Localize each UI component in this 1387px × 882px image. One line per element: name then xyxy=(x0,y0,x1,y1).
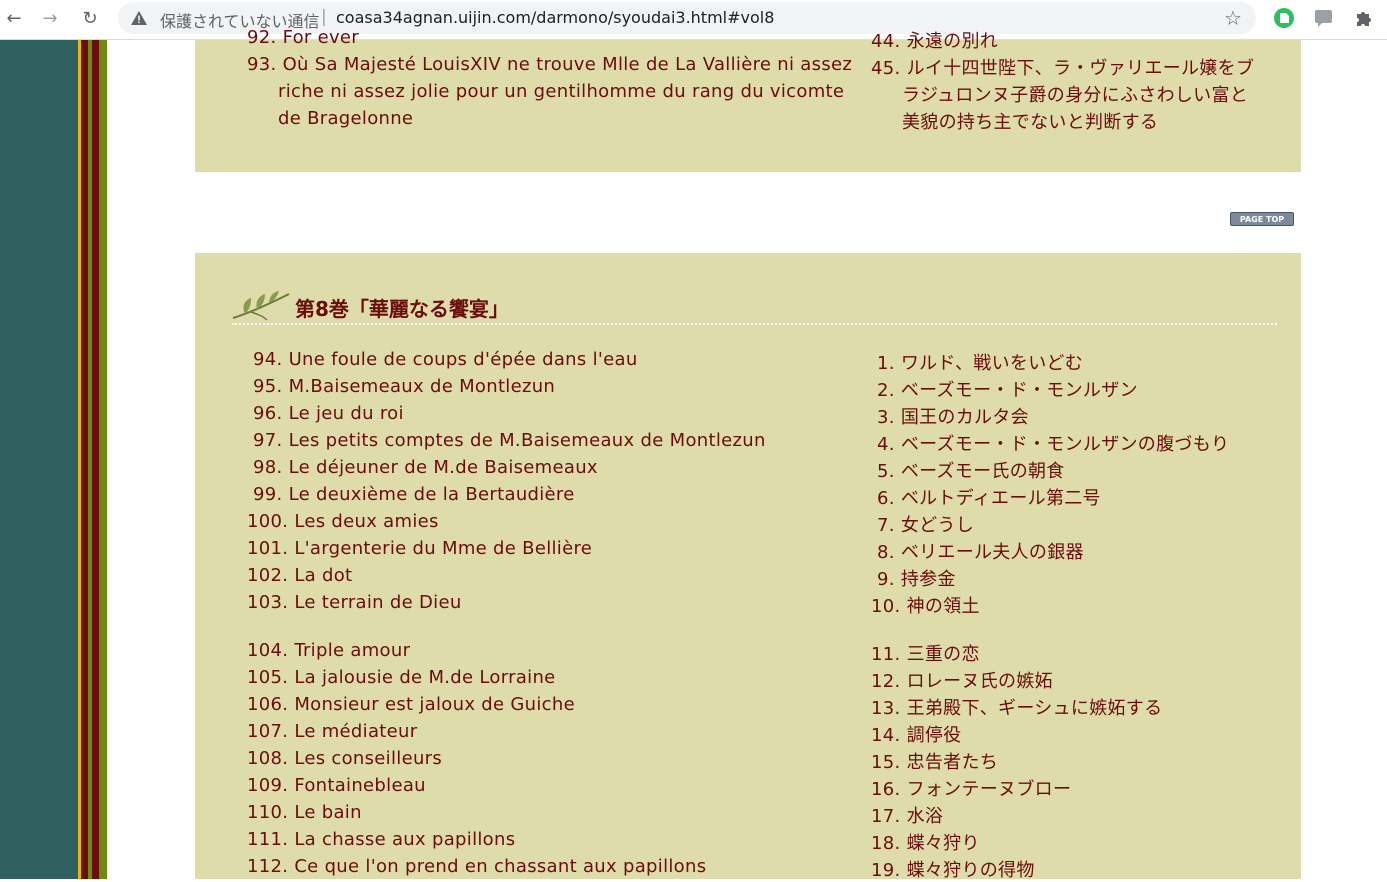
warning-icon[interactable] xyxy=(130,10,148,26)
chapter-item-jp: 9. 持参金 xyxy=(877,569,956,590)
chapter-item-fr: 97. Les petits comptes de M.Baisemeaux d… xyxy=(253,430,766,451)
chapter-item-fr: 103. Le terrain de Dieu xyxy=(247,592,462,613)
stripe-maroon-2 xyxy=(92,40,99,879)
chapter-item-fr: 101. L'argenterie du Mme de Bellière xyxy=(247,538,593,559)
left-side-panel xyxy=(0,40,78,879)
chapter-item-fr: 107. Le médiateur xyxy=(247,721,418,742)
chapter-item-jp: 14. 調停役 xyxy=(871,725,962,746)
chapter-item-jp: 45. ルイ十四世陛下、ラ・ヴァリエール嬢をブ xyxy=(871,58,1255,79)
back-icon[interactable]: ← xyxy=(0,4,28,32)
chapter-item-jp: 44. 永遠の別れ xyxy=(871,31,999,52)
chapter-item-jp: 15. 忠告者たち xyxy=(871,752,999,773)
chapter-item-jp-continued: ラジュロンヌ子爵の身分にふさわしい富と xyxy=(902,85,1249,106)
chapter-item-jp: 18. 蝶々狩り xyxy=(871,833,980,854)
chapter-item-fr: 110. Le bain xyxy=(247,802,362,823)
chapter-item-fr: 94. Une foule de coups d'épée dans l'eau xyxy=(253,349,638,370)
chapter-item-fr: 102. La dot xyxy=(247,565,353,586)
chapter-item-fr: 93. Où Sa Majesté LouisXIV ne trouve Mll… xyxy=(247,54,853,75)
chapter-item-jp: 17. 水浴 xyxy=(871,806,944,827)
chapter-item-fr: 100. Les deux amies xyxy=(247,511,439,532)
chapter-item-fr: 105. La jalousie de M.de Lorraine xyxy=(247,667,556,688)
url-separator: | xyxy=(321,7,327,27)
chapter-item-fr: 92. For ever xyxy=(247,27,360,48)
chapter-item-fr: 104. Triple amour xyxy=(247,640,411,661)
chapter-item-jp: 2. ベーズモー・ド・モンルザン xyxy=(877,380,1138,401)
chapter-item-fr: 108. Les conseilleurs xyxy=(247,748,443,769)
chapter-item-fr: 99. Le deuxième de la Bertaudière xyxy=(253,484,575,505)
chapter-item-fr-continued: riche ni assez jolie pour un gentilhomme… xyxy=(278,81,845,102)
chapter-item-jp: 5. ベーズモー氏の朝食 xyxy=(877,461,1065,482)
chapter-item-jp: 12. ロレーヌ氏の嫉妬 xyxy=(871,671,1053,692)
page-top-button[interactable]: PAGE TOP xyxy=(1230,212,1294,226)
chapter-item-jp: 11. 三重の恋 xyxy=(871,644,980,665)
volume-title: 第8巻「華麗なる饗宴」 xyxy=(295,297,509,321)
url-text[interactable]: coasa34agnan.uijin.com/darmono/syoudai3.… xyxy=(336,8,774,27)
chapter-item-fr: 111. La chasse aux papillons xyxy=(247,829,516,850)
bookmark-star-icon[interactable]: ☆ xyxy=(1224,6,1242,30)
chapter-item-jp: 3. 国王のカルタ会 xyxy=(877,407,1029,428)
browser-toolbar: ← → ↻ 保護されていない通信 | coasa34agnan.uijin.co… xyxy=(0,0,1387,40)
evernote-icon[interactable] xyxy=(1272,6,1296,30)
chapter-item-jp: 13. 王弟殿下、ギーシュに嫉妬する xyxy=(871,698,1163,719)
stripe-green-2 xyxy=(99,40,107,879)
chapter-item-jp: 19. 蝶々狩りの得物 xyxy=(871,860,1035,881)
chapter-item-fr: 95. M.Baisemeaux de Montlezun xyxy=(253,376,556,397)
extensions-puzzle-icon[interactable] xyxy=(1352,6,1376,30)
chapter-item-jp: 10. 神の領土 xyxy=(871,596,980,617)
chapter-item-jp: 4. ベーズモー・ド・モンルザンの腹づもり xyxy=(877,434,1230,455)
chapter-item-jp: 16. フォンテーヌブロー xyxy=(871,779,1072,800)
chapter-item-jp: 8. ベリエール夫人の銀器 xyxy=(877,542,1084,563)
extension-chat-icon[interactable] xyxy=(1312,6,1336,30)
title-divider xyxy=(232,323,1277,325)
stripe-maroon xyxy=(81,40,88,879)
chapter-item-jp: 6. ベルトディエール第二号 xyxy=(877,488,1101,509)
chapter-item-fr: 98. Le déjeuner de M.de Baisemeaux xyxy=(253,457,598,478)
leaf-ornament-icon xyxy=(232,291,290,321)
chapter-item-fr-continued: de Bragelonne xyxy=(278,108,414,129)
chapter-item-fr: 109. Fontainebleau xyxy=(247,775,426,796)
chapter-item-fr: 112. Ce que l'on prend en chassant aux p… xyxy=(247,856,707,877)
chapter-item-fr: 106. Monsieur est jaloux de Guiche xyxy=(247,694,575,715)
chapter-item-fr: 96. Le jeu du roi xyxy=(253,403,404,424)
chapter-item-jp: 7. 女どうし xyxy=(877,515,975,536)
chapter-item-jp: 1. ワルド、戦いをいどむ xyxy=(877,353,1084,374)
chapter-item-jp-continued: 美貌の持ち主でないと判断する xyxy=(902,112,1159,133)
forward-icon[interactable]: → xyxy=(36,4,64,32)
reload-icon[interactable]: ↻ xyxy=(76,4,104,32)
